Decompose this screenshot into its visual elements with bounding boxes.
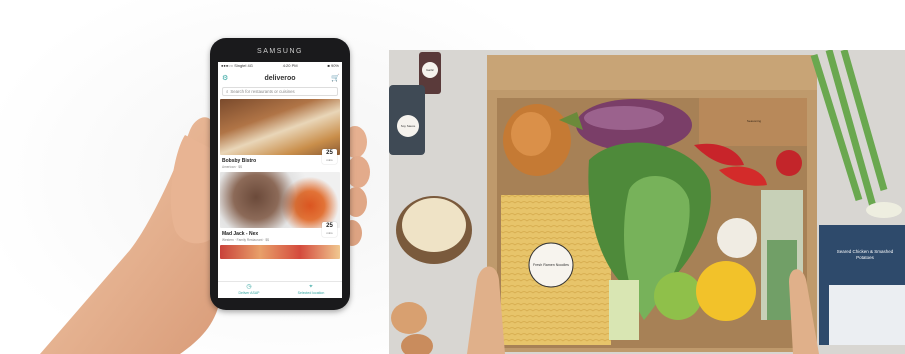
search-input[interactable]: ⌕ Search for restaurants or cuisines [222, 87, 338, 96]
tab-label: Deliver ASAP [238, 291, 260, 295]
eta-value: 25 [326, 150, 333, 156]
tab-label: Selected location [297, 291, 325, 295]
restaurant-subtitle: Western · Family Restaurant · $$ [222, 238, 269, 242]
search-icon: ⌕ [226, 89, 229, 94]
app-title: deliveroo [264, 74, 296, 82]
phone-screen: ●●●○○ Singtel 4G 4:20 PM ■ 90% ⚙ deliver… [218, 62, 342, 298]
tab-deliver-asap[interactable]: ◷ Deliver ASAP [218, 282, 280, 298]
restaurant-card[interactable]: 25 mins Bobsby Bistro American · $$ [220, 99, 340, 169]
smartphone: SAMSUNG ●●●○○ Singtel 4G 4:20 PM ■ 90% ⚙… [210, 38, 350, 310]
restaurant-subtitle: American · $$ [222, 165, 242, 169]
restaurant-card-partial[interactable] [220, 245, 340, 259]
restaurant-photo [220, 99, 340, 155]
status-bar: ●●●○○ Singtel 4G 4:20 PM ■ 90% [218, 62, 342, 71]
pin-icon: ⌖ [309, 284, 313, 290]
clock-text: 4:20 PM [282, 63, 298, 68]
recipe-card-title: Seared Chicken & Smashed Potatoes [836, 249, 894, 260]
noodle-bag-label: Fresh Ramen Noodles [533, 263, 569, 267]
tab-selected-location[interactable]: ⌖ Selected location [280, 282, 342, 298]
meal-kit-photo: Garlic Soy Sauce Fresh Ramen Noodles Sea… [389, 50, 905, 354]
restaurant-card[interactable]: 25 mins Mad Jack - Nex Western · Family … [220, 172, 340, 242]
battery-text: ■ 90% [327, 63, 339, 68]
restaurant-name: Mad Jack - Nex [222, 231, 259, 237]
search-placeholder: Search for restaurants or cuisines [230, 89, 295, 94]
meal-kit-illustration [389, 50, 905, 354]
bag-label: Seasoning [746, 119, 762, 123]
bottle-label: Garlic [426, 68, 434, 72]
restaurant-photo [220, 245, 340, 259]
phone-brand: SAMSUNG [257, 48, 303, 55]
eta-value: 25 [326, 223, 333, 229]
restaurant-photo [220, 172, 340, 228]
carrier-text: ●●●○○ Singtel 4G [221, 63, 253, 68]
app-header: ⚙ deliveroo 🛒 [218, 71, 342, 85]
bottle-label: Soy Sauce [400, 124, 416, 128]
eta-unit: mins [326, 231, 333, 235]
eta-badge: 25 mins [322, 222, 337, 237]
eta-badge: 25 mins [322, 149, 337, 164]
filter-icon[interactable]: ⚙ [222, 75, 229, 82]
eta-unit: mins [326, 158, 333, 162]
bottom-tab-bar: ◷ Deliver ASAP ⌖ Selected location [218, 281, 342, 298]
clock-icon: ◷ [246, 284, 252, 290]
restaurant-name: Bobsby Bistro [222, 158, 257, 164]
basket-icon[interactable]: 🛒 [331, 75, 340, 82]
